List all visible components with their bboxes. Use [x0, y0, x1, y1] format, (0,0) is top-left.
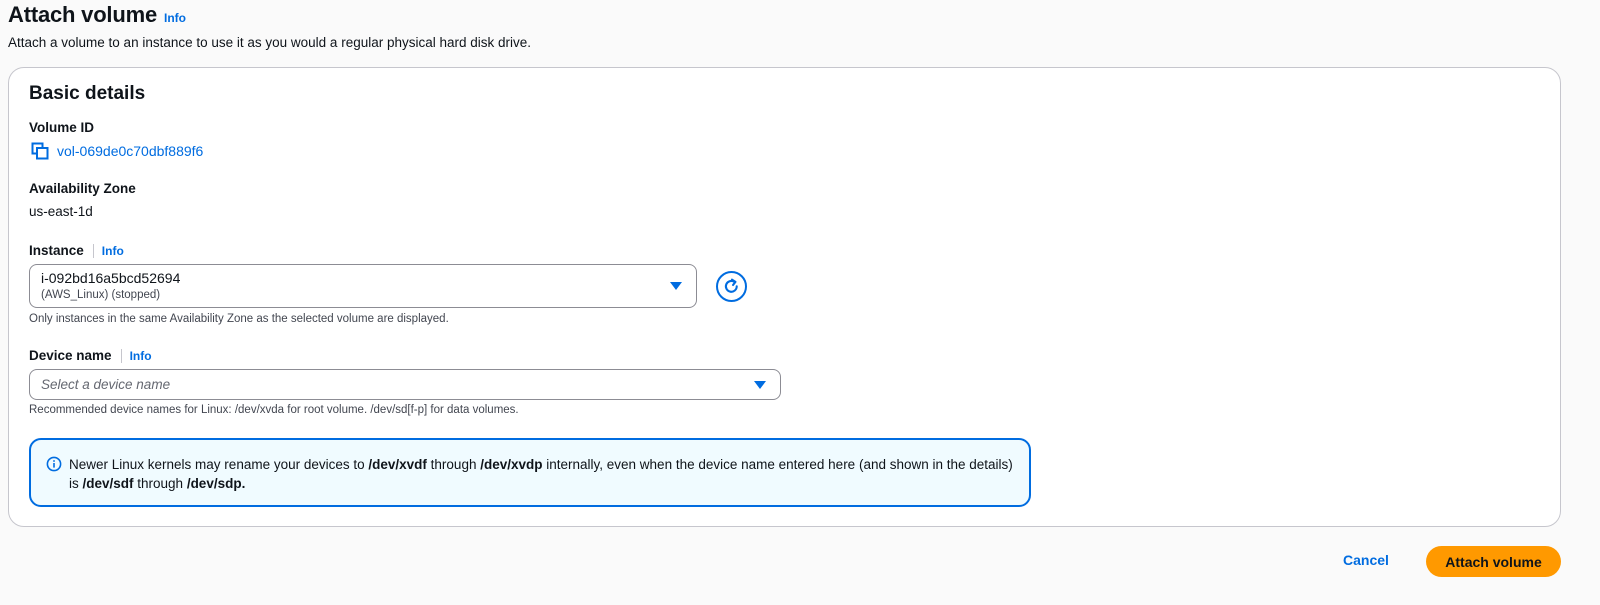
availability-zone-label: Availability Zone [29, 181, 136, 196]
refresh-icon [724, 278, 738, 293]
alert-text: Newer Linux kernels may rename your devi… [69, 457, 1013, 491]
instance-label: Instance [29, 243, 84, 258]
attach-volume-page: Attach volume Info Attach a volume to an… [0, 0, 1600, 605]
page-title: Attach volume [8, 2, 157, 27]
device-name-select[interactable]: Select a device name [29, 369, 781, 400]
page-description: Attach a volume to an instance to use it… [8, 35, 532, 50]
basic-details-card: Basic details Volume ID vol-069de0c70dbf… [8, 67, 1561, 527]
label-separator [120, 348, 122, 363]
copy-icon[interactable] [31, 142, 49, 160]
attach-volume-button[interactable]: Attach volume [1426, 546, 1561, 577]
page-header: Attach volume Info Attach a volume to an… [8, 0, 531, 50]
volume-id-label: Volume ID [29, 120, 95, 135]
device-name-label: Device name [29, 348, 112, 363]
instance-select[interactable]: i-092bd16a5bcd52694 (AWS_Linux) (stopped… [29, 264, 697, 308]
info-alert: Newer Linux kernels may rename your devi… [29, 438, 1031, 507]
instance-info-link[interactable]: Info [102, 244, 124, 258]
device-name-info-link[interactable]: Info [130, 349, 152, 363]
instance-selected-id: i-092bd16a5bcd52694 [41, 270, 181, 286]
volume-id-row: vol-069de0c70dbf889f6 [29, 142, 203, 160]
caret-down-icon [670, 282, 682, 290]
availability-zone-value: us-east-1d [29, 204, 93, 219]
instance-label-row: Instance Info [29, 243, 124, 258]
caret-down-icon [754, 380, 766, 389]
device-name-label-row: Device name Info [29, 348, 152, 363]
device-name-placeholder: Select a device name [41, 377, 171, 392]
card-title: Basic details [29, 83, 146, 104]
cancel-button[interactable]: Cancel [1343, 552, 1389, 568]
device-name-hint: Recommended device names for Linux: /dev… [29, 404, 519, 416]
instance-selected-detail: (AWS_Linux) (stopped) [41, 289, 161, 301]
info-circle-icon [46, 456, 62, 472]
refresh-instances-button[interactable] [716, 271, 747, 302]
label-separator [92, 243, 94, 258]
instance-hint: Only instances in the same Availability … [29, 313, 449, 325]
header-info-link[interactable]: Info [164, 11, 186, 25]
volume-id-link[interactable]: vol-069de0c70dbf889f6 [57, 143, 203, 159]
title-row: Attach volume Info [8, 0, 186, 30]
